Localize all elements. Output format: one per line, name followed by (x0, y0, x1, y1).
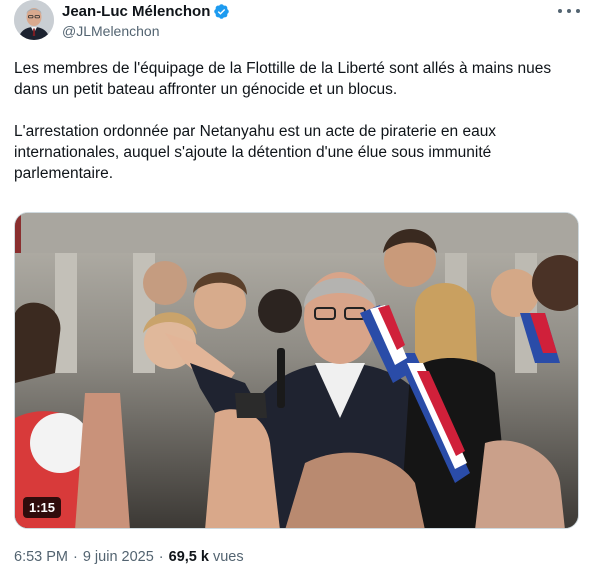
author-display-name[interactable]: Jean-Luc Mélenchon (62, 3, 210, 20)
meta-separator: · (158, 549, 164, 565)
more-horizontal-icon[interactable] (558, 4, 580, 18)
verified-badge-icon[interactable] (213, 3, 230, 20)
display-name-row: Jean-Luc Mélenchon (62, 2, 230, 21)
video-duration-badge: 1:15 (23, 497, 62, 518)
tweet-meta: 6:53 PM · 9 juin 2025 · 69,5 k vues (14, 549, 244, 565)
tweet-header: Jean-Luc Mélenchon @JLMelenchon (14, 0, 580, 44)
meta-separator: · (73, 549, 78, 565)
tweet-time[interactable]: 6:53 PM (14, 549, 68, 565)
video-thumbnail (15, 213, 578, 528)
views-label: vues (212, 549, 244, 565)
author-handle[interactable]: @JLMelenchon (62, 23, 230, 39)
views-count[interactable]: 69,5 k (169, 549, 209, 565)
tweet-date[interactable]: 9 juin 2025 (83, 549, 154, 565)
video-player[interactable]: 1:15 (14, 212, 579, 529)
tweet-paragraph: Les membres de l'équipage de la Flottill… (14, 60, 552, 98)
profile-avatar[interactable] (14, 0, 54, 40)
author-names: Jean-Luc Mélenchon @JLMelenchon (62, 2, 230, 39)
tweet-paragraph: L'arrestation ordonnée par Netanyahu est… (14, 123, 497, 182)
tweet-text: Les membres de l'équipage de la Flottill… (14, 58, 580, 184)
